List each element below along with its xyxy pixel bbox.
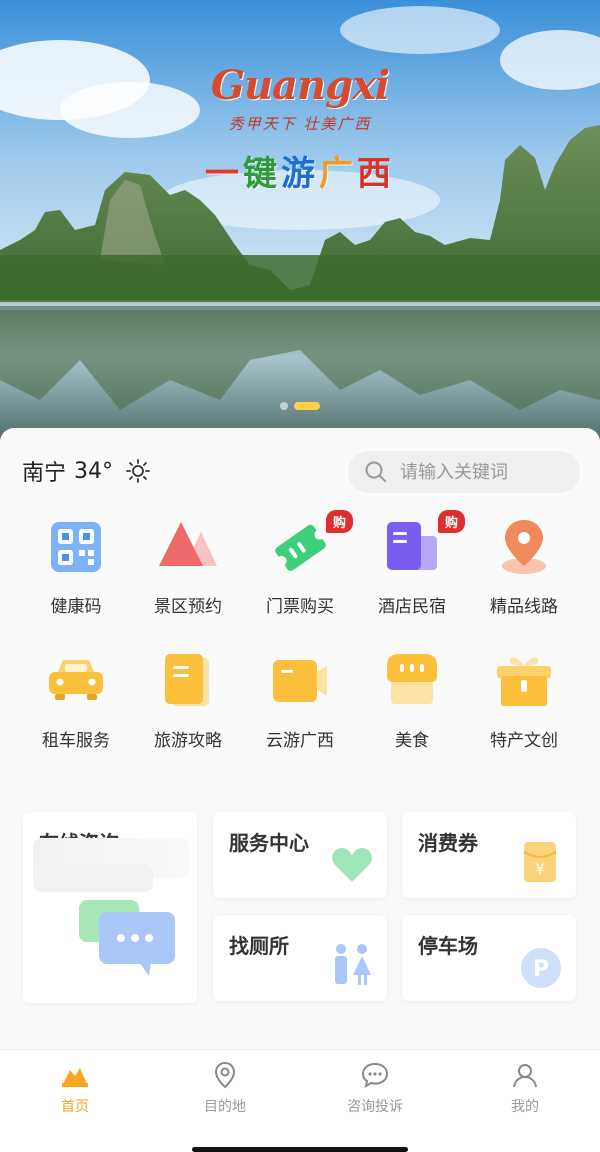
grid-item-label: 租车服务 [42,731,110,751]
grid-item-specialty[interactable]: 特产文创 [468,650,580,751]
feature-grid: 健康码 景区预约 购 门票购买 购 酒店民宿 精品线路 租车服务 旅游攻略 云游… [20,510,580,751]
logo-wordmark: Guangxi [210,62,390,109]
parking-card[interactable]: 停车场 P [402,915,576,1001]
ticket-icon [275,524,326,571]
carousel-dot-active[interactable] [294,402,320,410]
heart-icon [332,848,372,882]
grid-item-label: 景区预约 [154,597,222,617]
grid-item-hotel[interactable]: 购 酒店民宿 [356,510,468,617]
sun-icon [126,459,150,483]
grid-item-label: 门票购买 [266,597,334,617]
grid-item-label: 精品线路 [490,597,558,617]
tab-destination[interactable]: 目的地 [165,1060,285,1116]
bottom-tab-bar: 首页 目的地 咨询投诉 我的 [0,1049,600,1152]
mountain-home-icon [62,1068,88,1087]
hotel-icon [387,522,437,570]
online-consult-card[interactable]: 在线咨询 [23,812,197,1003]
grid-item-label: 云游广西 [266,731,334,751]
search-input[interactable] [400,461,560,483]
service-center-card[interactable]: 服务中心 [213,812,387,898]
tab-complaint[interactable]: 咨询投诉 [315,1060,435,1116]
grid-item-label: 健康码 [50,597,102,617]
coupon-card[interactable]: 消费券 ¥ [402,812,576,898]
tab-mine[interactable]: 我的 [465,1060,585,1116]
search-icon [365,461,386,482]
header-bar: 南宁 34° [0,428,600,514]
card-title: 停车场 [418,934,478,958]
user-icon [513,1064,537,1088]
mountain-icon [159,522,217,566]
chat-bubbles-icon [79,900,175,976]
car-icon [49,660,103,700]
tab-label: 首页 [61,1099,89,1115]
home-indicator[interactable] [192,1147,408,1152]
food-stall-icon [387,654,437,704]
grid-item-label: 酒店民宿 [378,597,446,617]
grid-item-label: 特产文创 [490,731,558,751]
location-pin-icon [502,520,546,574]
slogan-char: 一 [205,154,243,194]
slogan-char: 广 [319,154,357,194]
find-toilet-card[interactable]: 找厕所 [213,915,387,1001]
carousel-indicator[interactable] [0,402,600,410]
buy-badge: 购 [437,510,465,533]
buy-badge: 购 [325,510,353,533]
gift-box-icon [497,657,551,706]
card-title: 消费券 [418,831,478,855]
slogan-char: 西 [357,154,395,194]
grid-item-health-code[interactable]: 健康码 [20,516,132,617]
qr-code-icon [51,522,101,572]
svg-text:¥: ¥ [536,862,545,878]
parking-icon: P [521,948,561,988]
tab-label: 我的 [511,1099,539,1115]
banner-slogan: 一键游广西 [0,146,600,195]
city-name: 南宁 [22,461,67,486]
slogan-char: 键 [243,154,281,194]
temperature: 34° [74,458,114,484]
card-decoration [33,864,153,892]
tab-label: 咨询投诉 [347,1099,403,1115]
red-envelope-icon: ¥ [523,842,557,882]
grid-item-scenic-booking[interactable]: 景区预约 [132,516,244,617]
grid-item-routes[interactable]: 精品线路 [468,516,580,617]
grid-item-ticket-buy[interactable]: 购 门票购买 [244,510,356,617]
video-camera-icon [273,660,327,702]
grid-item-cloud-tour[interactable]: 云游广西 [244,650,356,751]
slogan-char: 游 [281,154,319,194]
chat-bubble-icon [361,1062,389,1089]
search-bar[interactable] [348,451,580,493]
svg-text:P: P [533,957,549,982]
card-title: 服务中心 [229,831,309,855]
book-icon [165,654,209,706]
main-panel: 南宁 34° 请输入关键词 健康码 景区预约 购 门票购买 购 酒店民宿 精品线… [0,428,600,1050]
grid-item-label: 美食 [395,731,429,751]
weather-widget[interactable]: 南宁 34° [22,455,151,487]
tab-label: 目的地 [204,1099,246,1115]
carousel-dot[interactable] [280,402,288,410]
card-title: 找厕所 [229,934,289,958]
banner-logo: Guangxi 秀甲天下 壮美广西 一键游广西 [0,62,600,195]
grid-item-car-rental[interactable]: 租车服务 [20,650,132,751]
logo-tagline: 秀甲天下 壮美广西 [228,115,372,133]
restroom-icon [335,944,371,985]
grid-item-label: 旅游攻略 [154,731,222,751]
tab-home[interactable]: 首页 [15,1060,135,1116]
hero-banner[interactable]: Guangxi 秀甲天下 壮美广西 一键游广西 [0,0,600,440]
map-pin-icon [214,1061,236,1089]
grid-item-food[interactable]: 美食 [356,650,468,751]
grid-item-guide[interactable]: 旅游攻略 [132,650,244,751]
